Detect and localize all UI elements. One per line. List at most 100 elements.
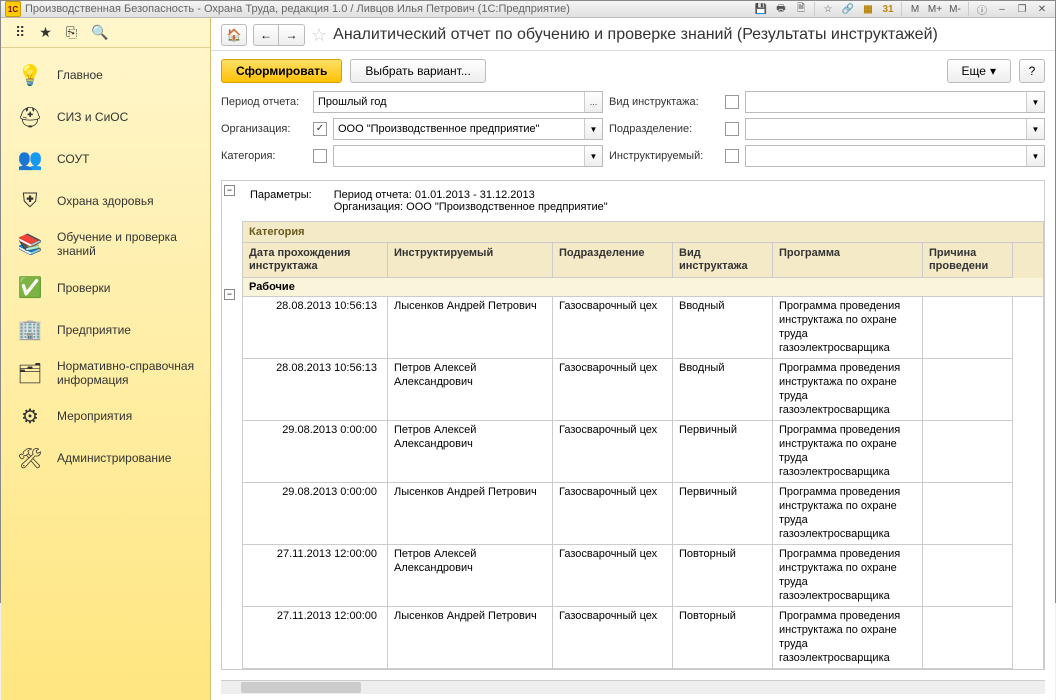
dept-label: Подразделение:: [609, 123, 719, 135]
org-value: ООО "Производственное предприятие": [338, 123, 540, 135]
m-plus-icon[interactable]: M+: [926, 1, 944, 17]
sidebar-item-enterprise[interactable]: 🏢 Предприятие: [1, 309, 210, 351]
back-button[interactable]: ←: [253, 24, 279, 46]
cat-checkbox[interactable]: [313, 149, 327, 163]
cell-type: Первичный: [673, 483, 773, 545]
period-label: Период отчета:: [221, 96, 307, 108]
sidebar-item-siz[interactable]: ⛑СИЗ и СиОС: [1, 96, 210, 138]
sidebar-item-admin[interactable]: 🛠 Администрирование: [1, 438, 210, 480]
sidebar-item-label: Мероприятия: [57, 409, 198, 423]
dropdown-icon[interactable]: ▼: [1026, 146, 1044, 166]
favorite-toggle[interactable]: ☆: [311, 25, 327, 46]
cell-reason: [923, 421, 1013, 483]
cell-date: 28.08.2013 10:56:13: [243, 359, 388, 421]
table-row[interactable]: 29.08.2013 0:00:00Петров Алексей Алексан…: [242, 421, 1044, 483]
filter-row-2: Организация: ООО "Производственное предп…: [221, 118, 1045, 140]
home-button[interactable]: 🏠: [221, 24, 247, 46]
sidebar-item-label: Охрана здоровья: [57, 194, 198, 208]
forward-button[interactable]: →: [279, 24, 305, 46]
wrench-icon: 🛠: [13, 446, 47, 472]
separator: [814, 2, 815, 16]
folders-icon: 🗂: [13, 360, 47, 386]
cell-type: Вводный: [673, 359, 773, 421]
dropdown-icon[interactable]: ▼: [1026, 119, 1044, 139]
m-icon[interactable]: M: [906, 1, 924, 17]
collapse-toggle[interactable]: −: [224, 289, 235, 300]
type-checkbox[interactable]: [725, 95, 739, 109]
titlebar-controls: 💾 🖶 🗎 ☆ 🔗 ▦ 31 M M+ M- ⓘ – ❐ ✕: [752, 1, 1051, 17]
page-header: 🏠 ← → ☆ Аналитический отчет по обучению …: [211, 18, 1055, 51]
preview-icon[interactable]: 🗎: [792, 1, 810, 17]
col-person: Инструктируемый: [388, 243, 553, 278]
m-minus-icon[interactable]: M-: [946, 1, 964, 17]
more-button[interactable]: Еще▾: [947, 59, 1011, 83]
choose-variant-button[interactable]: Выбрать вариант...: [350, 59, 485, 83]
sidebar-item-health[interactable]: ⛨Охрана здоровья: [1, 180, 210, 222]
save-icon[interactable]: 💾: [752, 1, 770, 17]
scroll-thumb[interactable]: [241, 682, 361, 693]
cell-person: Лысенков Андрей Петрович: [388, 483, 553, 545]
link-icon[interactable]: 🔗: [839, 1, 857, 17]
calc-icon[interactable]: ▦: [859, 1, 877, 17]
org-input[interactable]: ООО "Производственное предприятие" ▼: [333, 118, 603, 140]
star-icon[interactable]: ★: [39, 24, 52, 41]
table-row[interactable]: 28.08.2013 10:56:13Лысенков Андрей Петро…: [242, 297, 1044, 359]
menu-grid-icon[interactable]: ⠿: [15, 24, 25, 41]
col-dept: Подразделение: [553, 243, 673, 278]
info-icon[interactable]: ⓘ: [973, 1, 991, 17]
org-checkbox[interactable]: [313, 122, 327, 136]
favorite-icon[interactable]: ☆: [819, 1, 837, 17]
instr-checkbox[interactable]: [725, 149, 739, 163]
type-input[interactable]: ▼: [745, 91, 1045, 113]
cell-reason: [923, 483, 1013, 545]
sidebar-item-label: Предприятие: [57, 323, 198, 337]
sidebar-item-checks[interactable]: ✅Проверки: [1, 267, 210, 309]
sidebar-item-events[interactable]: ⚙Мероприятия: [1, 396, 210, 438]
cell-dept: Газосварочный цех: [553, 607, 673, 669]
dropdown-icon[interactable]: ▼: [584, 119, 602, 139]
dept-input[interactable]: ▼: [745, 118, 1045, 140]
table-row[interactable]: 28.08.2013 10:56:13Петров Алексей Алекса…: [242, 359, 1044, 421]
report-area[interactable]: − Параметры: Период отчета: 01.01.2013 -…: [221, 180, 1045, 670]
sidebar-item-sout[interactable]: 👥СОУТ: [1, 138, 210, 180]
period-input[interactable]: Прошлый год …: [313, 91, 603, 113]
table-row[interactable]: 27.11.2013 12:00:00Лысенков Андрей Петро…: [242, 607, 1044, 669]
table-row[interactable]: 29.08.2013 0:00:00Лысенков Андрей Петров…: [242, 483, 1044, 545]
app-window: 1C Производственная Безопасность - Охран…: [0, 0, 1056, 603]
cell-program: Программа проведения инструктажа по охра…: [773, 545, 923, 607]
sidebar-item-label: Администрирование: [57, 451, 198, 465]
col-type: Вид инструктажа: [673, 243, 773, 278]
cell-person: Петров Алексей Александрович: [388, 421, 553, 483]
period-value: Прошлый год: [318, 96, 387, 108]
sidebar-item-main[interactable]: 💡 Главное: [1, 54, 210, 96]
minimize-icon[interactable]: –: [993, 1, 1011, 17]
maximize-icon[interactable]: ❐: [1013, 1, 1031, 17]
category-header: Категория: [242, 221, 1044, 243]
cell-date: 29.08.2013 0:00:00: [243, 483, 388, 545]
dept-checkbox[interactable]: [725, 122, 739, 136]
sidebar-top-tools: ⠿ ★ ⎘ 🔍: [1, 18, 210, 48]
sidebar-item-nsi[interactable]: 🗂Нормативно-справочная информация: [1, 351, 210, 396]
help-button[interactable]: ?: [1019, 59, 1045, 83]
search-icon[interactable]: 🔍: [91, 24, 108, 41]
close-icon[interactable]: ✕: [1033, 1, 1051, 17]
print-icon[interactable]: 🖶: [772, 1, 790, 17]
cell-person: Лысенков Андрей Петрович: [388, 607, 553, 669]
collapse-toggle[interactable]: −: [224, 185, 235, 196]
lamp-icon: 💡: [13, 62, 47, 88]
dropdown-icon[interactable]: ▼: [1026, 92, 1044, 112]
more-label: Еще: [962, 64, 986, 78]
people-icon: 👥: [13, 146, 47, 172]
calendar-icon[interactable]: 31: [879, 1, 897, 17]
table-row[interactable]: 27.11.2013 12:00:00Петров Алексей Алекса…: [242, 545, 1044, 607]
generate-button[interactable]: Сформировать: [221, 59, 342, 83]
ellipsis-icon[interactable]: …: [584, 92, 602, 112]
building-icon: 🏢: [13, 317, 47, 343]
sidebar-item-training[interactable]: 📚Обучение и проверка знаний: [1, 222, 210, 267]
horizontal-scrollbar[interactable]: [221, 680, 1045, 694]
dropdown-icon[interactable]: ▼: [584, 146, 602, 166]
cat-input[interactable]: ▼: [333, 145, 603, 167]
instr-input[interactable]: ▼: [745, 145, 1045, 167]
sidebar-item-label: Главное: [57, 68, 198, 82]
history-icon[interactable]: ⎘: [66, 24, 77, 41]
